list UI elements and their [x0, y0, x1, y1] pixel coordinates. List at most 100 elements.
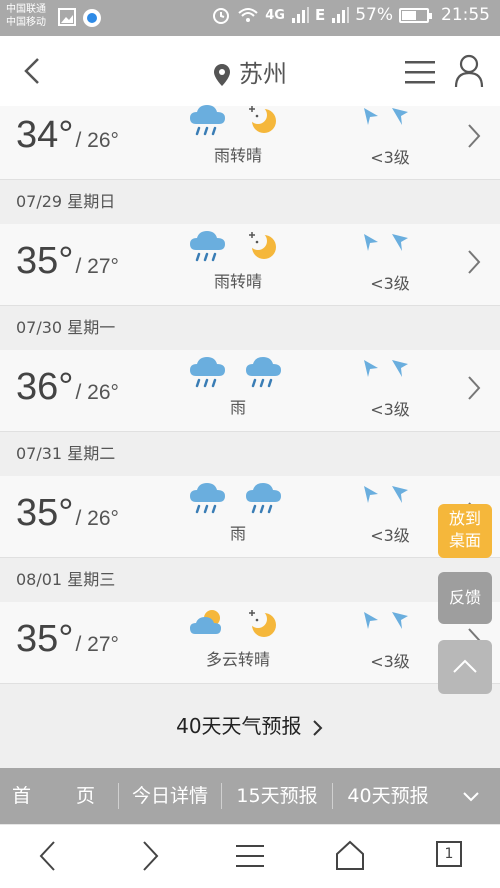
temp-high: 35°: [16, 240, 74, 282]
browser-back-icon[interactable]: [36, 839, 60, 873]
temperature: 35°/ 27°: [16, 240, 119, 283]
signal-icon-2: [332, 7, 350, 23]
chevron-right-icon: [313, 719, 323, 736]
bottom-nav: 首 页 今日详情 15天预报 40天预报: [0, 768, 500, 824]
day-forecast-row[interactable]: 34°/ 26° 雨转晴 <3级: [0, 105, 500, 180]
rain-cloud-icon: [188, 480, 228, 516]
browser-menu-icon[interactable]: [234, 843, 266, 869]
user-icon[interactable]: [454, 54, 484, 88]
tab-home-char-1: 首: [12, 785, 32, 807]
network-type-2: E: [314, 6, 326, 24]
wind-level: <3级: [370, 400, 410, 419]
feedback-label: 反馈: [448, 588, 481, 607]
signal-icon-1: [291, 7, 309, 23]
chevron-down-icon: [463, 791, 479, 801]
weather-description: 雨: [229, 398, 246, 417]
forecast-40-label: 40天天气预报: [176, 714, 302, 738]
home-icon[interactable]: [334, 839, 366, 871]
chevron-right-icon: [466, 374, 482, 402]
carrier-2: 中国移动: [6, 17, 46, 28]
temperature: 36°/ 26°: [16, 366, 119, 409]
tab-40-day[interactable]: 40天预报: [333, 768, 443, 824]
chevron-right-icon: [466, 248, 482, 276]
rain-cloud-icon: [188, 228, 228, 264]
forecast-40-link[interactable]: 40天天气预报: [0, 684, 500, 768]
wind-level: <3级: [370, 148, 410, 167]
wifi-icon: [238, 8, 258, 22]
wind-direction-icon: [362, 484, 412, 506]
network-type: 4G: [265, 7, 285, 23]
wind-direction-icon: [362, 106, 412, 128]
wind-level: <3级: [370, 526, 410, 545]
day-forecast-row[interactable]: 35°/ 26° 雨 <3级: [0, 476, 500, 558]
partly-cloudy-icon: [188, 606, 228, 642]
battery-percent: 57%: [355, 5, 393, 25]
battery-icon: [399, 7, 432, 23]
chevron-right-icon: [466, 122, 482, 150]
temp-low: / 27°: [75, 633, 119, 656]
location-pin-icon: [214, 64, 230, 86]
day-date-label: 08/01 星期三: [0, 558, 500, 602]
temperature: 34°/ 26°: [16, 114, 119, 157]
add-to-desktop-label: 放到桌面: [448, 509, 481, 550]
day-date-label: 07/30 星期一: [0, 306, 500, 350]
weather-description: 雨转晴: [213, 146, 262, 165]
tab-today-detail[interactable]: 今日详情: [119, 768, 221, 824]
alarm-icon: [213, 8, 230, 24]
day-forecast-row[interactable]: 35°/ 27° 多云转晴 <3级: [0, 602, 500, 684]
wind-level: <3级: [370, 274, 410, 293]
tab-today-label: 今日详情: [131, 785, 208, 807]
status-bar: 中国联通 中国移动 4G E 57% 21:55: [0, 0, 500, 36]
wind-direction-icon: [362, 610, 412, 632]
weather-description: 雨: [229, 524, 246, 543]
day-forecast-row[interactable]: 35°/ 27° 雨转晴 <3级: [0, 224, 500, 306]
tab-40-label: 40天预报: [347, 785, 429, 807]
temp-high: 35°: [16, 618, 74, 660]
sun-moon-icon: [244, 102, 284, 138]
tabs-button[interactable]: 1: [436, 841, 462, 867]
rain-cloud-icon: [244, 480, 284, 516]
temp-low: / 27°: [75, 255, 119, 278]
weather-description: 多云转晴: [205, 650, 270, 669]
image-icon: [58, 8, 76, 26]
temp-low: / 26°: [75, 507, 119, 530]
tab-count: 1: [444, 846, 454, 862]
menu-icon[interactable]: [404, 58, 436, 86]
temp-low: / 26°: [75, 129, 119, 152]
tab-home-char-2: 页: [76, 785, 96, 807]
browser-forward-icon[interactable]: [138, 839, 162, 873]
rain-cloud-icon: [188, 102, 228, 138]
rain-cloud-icon: [244, 354, 284, 390]
clock: 21:55: [441, 5, 490, 25]
day-date-label: 07/31 星期二: [0, 432, 500, 476]
carrier-info: 中国联通 中国移动: [6, 3, 46, 29]
scroll-top-button[interactable]: [438, 640, 492, 694]
city-name: 苏州: [239, 60, 287, 88]
weather-description: 雨转晴: [213, 272, 262, 291]
temp-high: 34°: [16, 114, 74, 156]
day-date-label: 07/29 星期日: [0, 180, 500, 224]
sun-moon-icon: [244, 228, 284, 264]
tab-15-label: 15天预报: [236, 785, 318, 807]
app-header: 苏州: [0, 36, 500, 106]
carrier-1: 中国联通: [6, 4, 46, 15]
wind-direction-icon: [362, 232, 412, 254]
status-indicators: 4G E 57% 21:55: [211, 5, 490, 25]
add-to-desktop-button[interactable]: 放到桌面: [438, 504, 492, 558]
temperature: 35°/ 26°: [16, 492, 119, 535]
nav-expand[interactable]: [443, 768, 499, 824]
chevron-up-icon: [453, 659, 477, 673]
system-nav-bar: 1: [0, 824, 500, 888]
temp-low: / 26°: [75, 381, 119, 404]
tab-home[interactable]: 首 页: [0, 768, 118, 824]
day-forecast-row[interactable]: 36°/ 26° 雨 <3级: [0, 350, 500, 432]
wind-direction-icon: [362, 358, 412, 380]
temperature: 35°/ 27°: [16, 618, 119, 661]
feedback-button[interactable]: 反馈: [438, 572, 492, 624]
sun-moon-icon: [244, 606, 284, 642]
tab-15-day[interactable]: 15天预报: [222, 768, 332, 824]
rain-cloud-icon: [188, 354, 228, 390]
temp-high: 35°: [16, 492, 74, 534]
temp-high: 36°: [16, 366, 74, 408]
wind-level: <3级: [370, 652, 410, 671]
